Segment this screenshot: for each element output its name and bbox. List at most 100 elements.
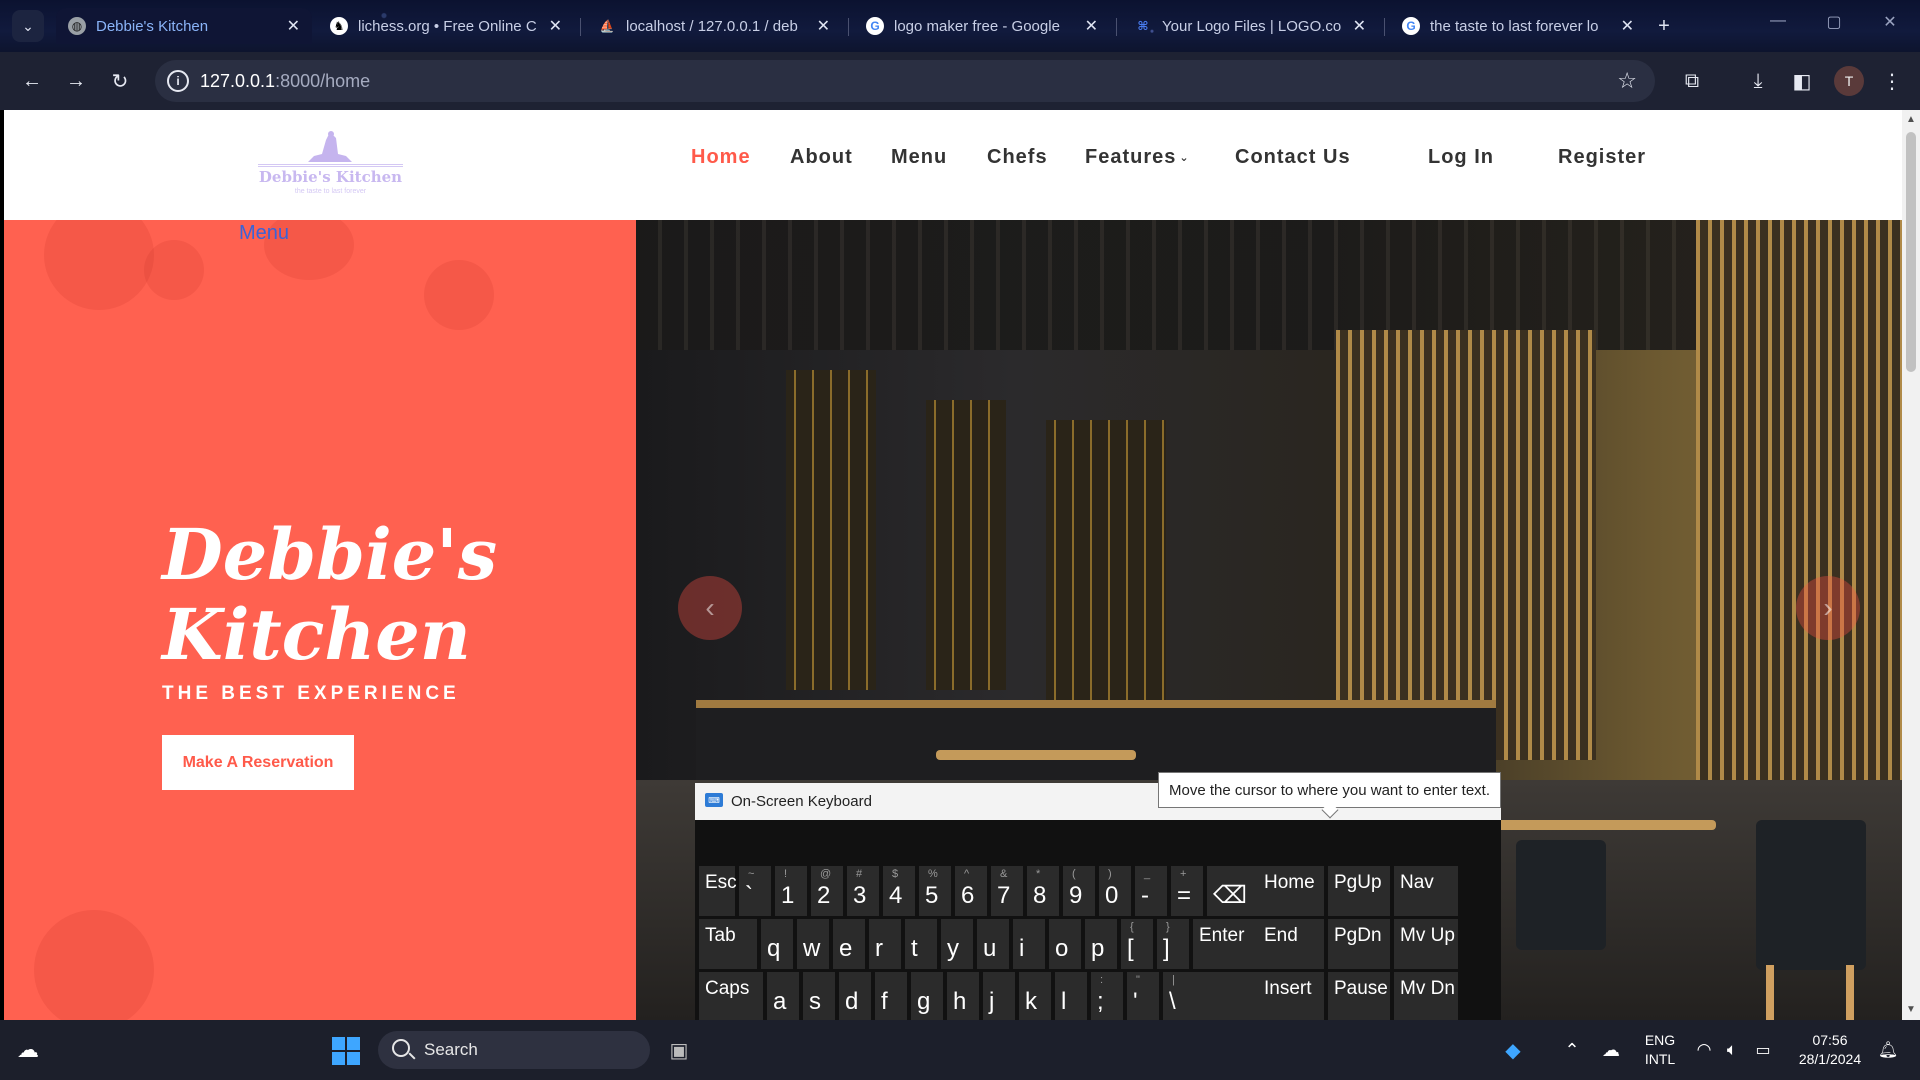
key-0-7[interactable]: ^ 6 [955,866,987,916]
key-1-0[interactable]: Tab [699,919,757,969]
new-tab-button[interactable]: + [1650,12,1678,40]
nav-key-0-2[interactable]: Nav [1394,866,1458,916]
download-icon[interactable]: ⤓ [1744,67,1772,95]
tab-lichess[interactable]: ♞ lichess.org • Free Online C ✕ [318,8,574,44]
scroll-up-icon[interactable]: ▲ [1906,114,1916,125]
tab-debbies-kitchen[interactable]: ◍ Debbie's Kitchen ✕ [56,8,312,44]
key-2-10[interactable]: :; [1091,972,1123,1022]
key-1-2[interactable]: w [797,919,829,969]
site-logo[interactable]: Debbie's Kitchen the taste to last forev… [258,128,403,200]
key-2-0[interactable]: Caps [699,972,763,1022]
nav-chefs[interactable]: Chefs [987,146,1048,169]
close-icon[interactable]: ✕ [549,16,562,36]
tab-taste-search[interactable]: G the taste to last forever lo ✕ [1390,8,1646,44]
maximize-icon[interactable]: ▢ [1814,12,1854,32]
key-2-2[interactable]: s [803,972,835,1022]
taskbar-search[interactable]: Search [378,1031,650,1069]
reload-icon[interactable]: ↻ [106,67,134,95]
bookmark-star-icon[interactable]: ☆ [1617,68,1637,94]
key-2-9[interactable]: l [1055,972,1087,1022]
key-2-8[interactable]: k [1019,972,1051,1022]
key-1-1[interactable]: q [761,919,793,969]
language-indicator[interactable]: ENG INTL [1640,1031,1680,1069]
menu-link[interactable]: Menu [239,222,289,245]
tab-phpmyadmin[interactable]: ⛵ localhost / 127.0.0.1 / deb ✕ [586,8,842,44]
key-0-5[interactable]: $4 [883,866,915,916]
key-2-5[interactable]: g [911,972,943,1022]
carousel-prev-icon[interactable]: ‹ [678,576,742,640]
close-icon[interactable]: ✕ [817,16,830,36]
close-icon[interactable]: ✕ [1353,16,1366,36]
nav-key-1-1[interactable]: PgDn [1328,919,1390,969]
key-0-1[interactable]: ~ ` [739,866,771,916]
nav-key-0-1[interactable]: PgUp [1328,866,1390,916]
nav-register[interactable]: Register [1558,146,1646,169]
key-0-11[interactable]: ) 0 [1099,866,1131,916]
nav-about[interactable]: About [790,146,853,169]
key-0-4[interactable]: #3 [847,866,879,916]
key-1-10[interactable]: p [1085,919,1117,969]
tab-search-button[interactable]: ⌄ [12,10,44,42]
nav-key-1-0[interactable]: End [1258,919,1324,969]
carousel-next-icon[interactable]: › [1796,576,1860,640]
nav-key-2-1[interactable]: Pause [1328,972,1390,1022]
make-reservation-button[interactable]: Make A Reservation [162,735,354,790]
nav-home[interactable]: Home [691,146,751,169]
key-1-4[interactable]: r [869,919,901,969]
nav-key-0-0[interactable]: Home [1258,866,1324,916]
notification-bell-icon[interactable]: 🔔︎ [1876,1032,1900,1068]
windows-start-icon[interactable] [332,1037,360,1065]
key-2-11[interactable]: " ' [1127,972,1159,1022]
battery-icon[interactable]: ▭ [1750,1032,1776,1068]
nav-log-in[interactable]: Log In [1428,146,1494,169]
more-menu-icon[interactable]: ⋮ [1878,67,1906,95]
nav-key-2-2[interactable]: Mv Dn [1394,972,1458,1022]
extensions-icon[interactable]: ⧉ [1678,67,1706,95]
nav-key-1-2[interactable]: Mv Up [1394,919,1458,969]
tab-logo-maker-search[interactable]: G logo maker free - Google ✕ [854,8,1110,44]
volume-icon[interactable]: 🔈︎ [1720,1032,1744,1068]
key-0-10[interactable]: (9 [1063,866,1095,916]
key-0-12[interactable]: _ - [1135,866,1167,916]
address-bar[interactable]: i 127.0.0.1:8000/home ☆ [155,60,1655,102]
key-2-4[interactable]: f [875,972,907,1022]
wifi-icon[interactable]: ◠ [1692,1032,1716,1068]
task-view-icon[interactable]: ▣ [666,1032,692,1068]
key-1-11[interactable]: {[ [1121,919,1153,969]
key-2-7[interactable]: j [983,972,1015,1022]
key-0-9[interactable]: * 8 [1027,866,1059,916]
nav-key-2-0[interactable]: Insert [1258,972,1324,1022]
scrollbar-thumb[interactable] [1906,132,1916,372]
key-1-7[interactable]: u [977,919,1009,969]
key-0-6[interactable]: % 5 [919,866,951,916]
close-icon[interactable]: ✕ [1621,16,1634,36]
key-0-8[interactable]: & 7 [991,866,1023,916]
page-scrollbar[interactable]: ▲ ▼ [1902,110,1920,1020]
key-1-6[interactable]: y [941,919,973,969]
key-1-3[interactable]: e [833,919,865,969]
app-icon[interactable]: ◆ [1500,1032,1526,1068]
onedrive-icon[interactable]: ☁ [1598,1032,1624,1068]
key-0-13[interactable]: + = [1171,866,1203,916]
close-icon[interactable]: ✕ [1085,16,1098,36]
key-2-1[interactable]: a [767,972,799,1022]
key-1-5[interactable]: t [905,919,937,969]
key-1-12[interactable]: }] [1157,919,1189,969]
scroll-down-icon[interactable]: ▼ [1906,1004,1916,1015]
forward-icon[interactable]: → [62,67,90,95]
key-2-3[interactable]: d [839,972,871,1022]
back-icon[interactable]: ← [18,67,46,95]
minimize-icon[interactable]: — [1758,12,1798,30]
window-close-icon[interactable]: ✕ [1870,12,1910,32]
nav-contact-us[interactable]: Contact Us [1235,146,1351,169]
key-0-0[interactable]: Esc [699,866,737,916]
weather-icon[interactable]: ☁ [10,1032,46,1068]
clock[interactable]: 07:56 28/1/2024 [1790,1031,1870,1069]
key-1-9[interactable]: o [1049,919,1081,969]
key-1-13[interactable]: Enter [1193,919,1267,969]
profile-avatar[interactable]: T [1834,66,1864,96]
close-icon[interactable]: ✕ [287,16,300,36]
side-panel-icon[interactable]: ◧ [1788,67,1816,95]
key-1-8[interactable]: i [1013,919,1045,969]
nav-menu[interactable]: Menu [891,146,947,169]
